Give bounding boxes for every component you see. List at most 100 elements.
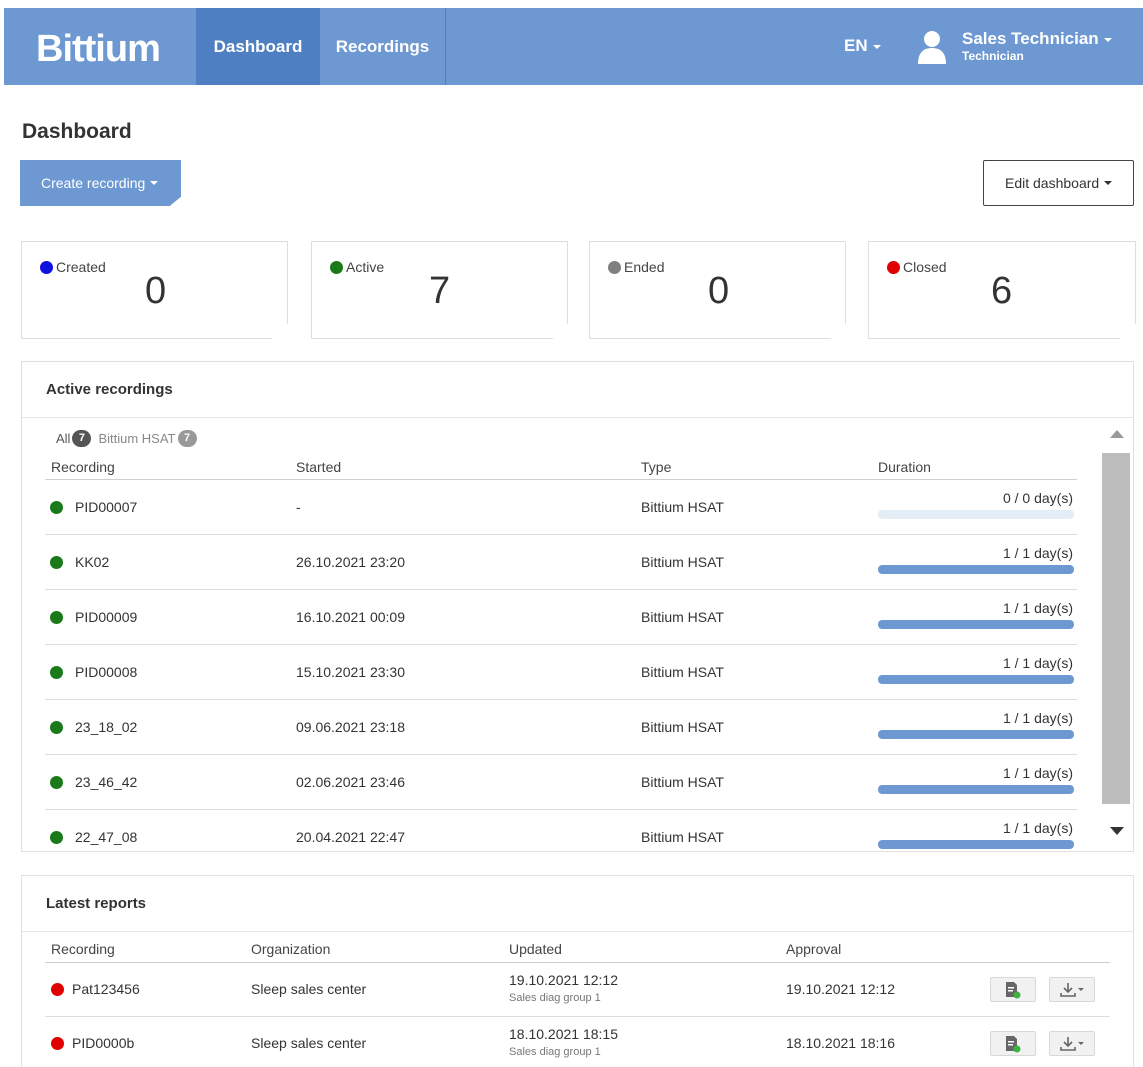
filter-bittium-hsat-count: 7 [177, 430, 197, 447]
duration-progress-bar [878, 510, 1074, 519]
user-icon[interactable] [918, 30, 946, 64]
approval-time: 19.10.2021 12:12 [786, 981, 895, 997]
status-card-label: Active [330, 259, 384, 275]
duration-progress-bar [878, 620, 1074, 629]
edit-dashboard-label: Edit dashboard [1005, 175, 1100, 191]
duration-label: 1 / 1 day(s) [1002, 545, 1073, 561]
status-dot-icon [51, 983, 64, 996]
top-navbar: Bittium Dashboard Recordings EN Sales Te… [4, 8, 1143, 85]
scroll-up-arrow[interactable] [1110, 430, 1124, 438]
recording-id[interactable]: 23_18_02 [75, 719, 137, 735]
column-header-duration[interactable]: Duration [878, 459, 931, 475]
column-header-recording[interactable]: Recording [51, 941, 115, 957]
column-header-type[interactable]: Type [641, 459, 671, 475]
started-time: 09.06.2021 23:18 [296, 719, 405, 735]
started-time: - [296, 499, 301, 515]
updated-time: 18.10.2021 18:15 [509, 1026, 618, 1042]
diag-group-name: Sales diag group 1 [509, 1046, 601, 1058]
table-row[interactable] [45, 480, 1077, 535]
organization-name: Sleep sales center [251, 981, 367, 997]
recording-type: Bittium HSAT [641, 774, 724, 790]
status-label: Active [346, 259, 385, 275]
status-dot-icon [50, 501, 63, 514]
status-card-label: Closed [887, 259, 947, 275]
recording-id[interactable]: PID00007 [75, 499, 137, 515]
view-report-button[interactable] [990, 1031, 1036, 1056]
scrollbar-thumb[interactable] [1102, 453, 1130, 804]
column-header-recording[interactable]: Recording [51, 459, 115, 475]
status-card-closed[interactable]: Closed 6 [868, 241, 1136, 339]
nav-tab-dashboard[interactable]: Dashboard [196, 8, 320, 85]
table-row[interactable] [45, 645, 1077, 700]
download-report-button[interactable] [1049, 1031, 1095, 1056]
status-count: 7 [429, 270, 451, 312]
table-row[interactable] [45, 755, 1077, 810]
create-recording-label: Create recording [41, 175, 146, 191]
user-menu[interactable]: Sales Technician [962, 29, 1112, 49]
status-dot-icon [40, 260, 53, 274]
chevron-down-icon [150, 181, 159, 185]
duration-label: 1 / 1 day(s) [1002, 820, 1073, 836]
report-icon [1006, 981, 1021, 998]
table-row[interactable] [45, 590, 1077, 645]
status-dot-icon [50, 776, 63, 789]
download-report-button[interactable] [1049, 977, 1095, 1002]
scroll-down-arrow[interactable] [1110, 827, 1124, 835]
duration-label: 0 / 0 day(s) [1002, 490, 1073, 506]
recording-id[interactable]: PID00008 [75, 664, 137, 680]
started-time: 15.10.2021 23:30 [296, 664, 405, 680]
recording-filters: All 7 Bittium HSAT 7 [56, 430, 204, 447]
updated-time: 19.10.2021 12:12 [509, 972, 618, 988]
table-row[interactable] [45, 810, 1077, 865]
filter-all[interactable]: All [56, 431, 70, 446]
column-header-approval[interactable]: Approval [786, 941, 841, 957]
recording-type: Bittium HSAT [641, 609, 724, 625]
status-dot-icon [50, 721, 63, 734]
report-recording-id[interactable]: Pat123456 [72, 981, 140, 997]
table-row[interactable] [45, 1017, 1110, 1067]
user-name: Sales Technician [962, 29, 1099, 48]
status-count: 0 [145, 270, 167, 312]
status-card-active[interactable]: Active 7 [311, 241, 568, 339]
chevron-down-icon [1103, 37, 1112, 42]
nav-tab-recordings[interactable]: Recordings [320, 8, 446, 85]
recording-id[interactable]: 23_46_42 [75, 774, 137, 790]
status-card-label: Created [40, 259, 106, 275]
status-dot-icon [50, 666, 63, 679]
table-row[interactable] [45, 700, 1077, 755]
column-header-organization[interactable]: Organization [251, 941, 330, 957]
chevron-down-icon [1104, 181, 1113, 185]
column-header-started[interactable]: Started [296, 459, 341, 475]
table-row[interactable] [45, 535, 1077, 590]
edit-dashboard-button[interactable]: Edit dashboard [983, 160, 1134, 206]
status-dot-icon [50, 611, 63, 624]
duration-progress-bar [878, 675, 1074, 684]
recording-id[interactable]: 22_47_08 [75, 829, 137, 845]
recording-type: Bittium HSAT [641, 664, 724, 680]
duration-progress-fill [878, 785, 1074, 794]
started-time: 16.10.2021 00:09 [296, 609, 405, 625]
status-dot-icon [887, 260, 900, 274]
report-recording-id[interactable]: PID0000b [72, 1035, 134, 1051]
duration-progress-bar [878, 730, 1074, 739]
status-label: Ended [624, 259, 665, 275]
status-card-ended[interactable]: Ended 0 [589, 241, 846, 339]
recording-type: Bittium HSAT [641, 554, 724, 570]
column-header-updated[interactable]: Updated [509, 941, 562, 957]
approval-time: 18.10.2021 18:16 [786, 1035, 895, 1051]
started-time: 26.10.2021 23:20 [296, 554, 405, 570]
create-recording-button[interactable]: Create recording [20, 160, 181, 206]
recording-id[interactable]: PID00009 [75, 609, 137, 625]
duration-progress-bar [878, 785, 1074, 794]
report-icon [1006, 1035, 1021, 1052]
bittium-logo[interactable]: Bittium [36, 28, 161, 71]
language-label: EN [844, 36, 868, 55]
status-card-created[interactable]: Created 0 [21, 241, 288, 339]
view-report-button[interactable] [990, 977, 1036, 1002]
language-selector[interactable]: EN [844, 36, 881, 56]
duration-label: 1 / 1 day(s) [1002, 600, 1073, 616]
recording-id[interactable]: KK02 [75, 554, 109, 570]
duration-progress-bar [878, 565, 1074, 574]
duration-progress-fill [878, 675, 1074, 684]
filter-bittium-hsat[interactable]: Bittium HSAT [98, 431, 175, 446]
